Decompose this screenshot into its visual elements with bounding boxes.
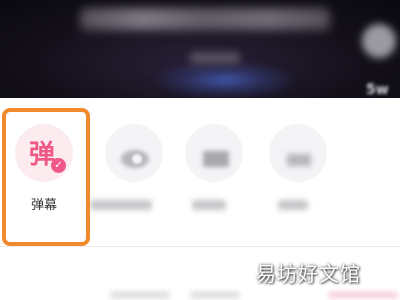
- blurred-label: [90, 200, 152, 210]
- blurred-subtitle: [190, 52, 240, 64]
- stage-light: [150, 60, 300, 98]
- eye-pupil: [132, 154, 142, 164]
- action-tv-button[interactable]: [178, 112, 258, 232]
- video-player[interactable]: 5w: [0, 0, 400, 98]
- blurred-footer: [190, 292, 240, 298]
- heart-icon[interactable]: [362, 24, 396, 58]
- blurred-label: [192, 200, 226, 210]
- blurred-footer: [110, 292, 170, 298]
- more-icon: [287, 154, 311, 166]
- tv-icon-circle: [185, 124, 243, 182]
- divider: [0, 246, 400, 247]
- blurred-danmu-text: [80, 8, 330, 30]
- more-icon-circle: [269, 124, 327, 182]
- action-eye-button[interactable]: [90, 112, 178, 232]
- blurred-footer-accent: [328, 292, 398, 298]
- selection-highlight: [2, 108, 90, 246]
- eye-icon-circle: [105, 124, 163, 182]
- blurred-label: [278, 200, 308, 210]
- action-more-button[interactable]: [262, 112, 342, 232]
- watermark: 易坊好文馆: [256, 262, 361, 286]
- tv-icon: [203, 151, 229, 167]
- like-count: 5w: [366, 82, 389, 98]
